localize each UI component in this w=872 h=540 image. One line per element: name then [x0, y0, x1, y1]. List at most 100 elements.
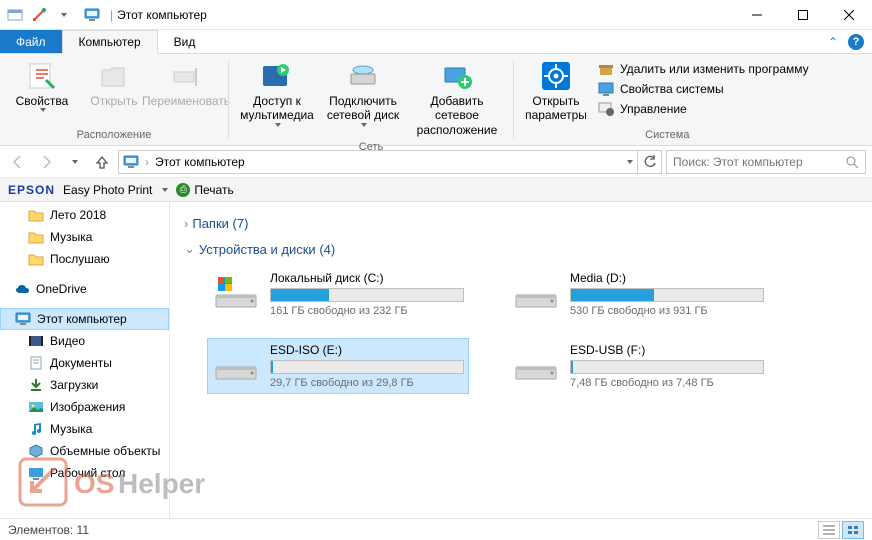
folders-section-header[interactable]: › Папки (7) — [184, 216, 858, 231]
quick-access-toolbar — [0, 4, 78, 26]
drive-free-text: 29,7 ГБ свободно из 29,8 ГБ — [270, 377, 464, 389]
tree-item[interactable]: Рабочий стол — [0, 462, 169, 484]
up-button[interactable] — [90, 150, 114, 174]
search-box[interactable] — [666, 150, 866, 174]
open-settings-button[interactable]: Открыть параметры — [520, 58, 592, 125]
sysprops-icon — [598, 81, 614, 97]
main-pane[interactable]: › Папки (7) ⌄ Устройства и диски (4) Лок… — [170, 202, 872, 518]
open-icon — [98, 60, 130, 92]
drive-name: Локальный диск (C:) — [270, 271, 464, 285]
desktop-icon — [28, 465, 44, 481]
properties-icon — [26, 60, 58, 92]
docs-icon — [28, 355, 44, 371]
uninstall-button[interactable]: Удалить или изменить программу — [596, 60, 811, 78]
refresh-button[interactable] — [638, 150, 662, 174]
tree-item[interactable]: Этот компьютер — [0, 308, 169, 330]
maximize-button[interactable] — [780, 0, 826, 30]
folder-icon — [28, 207, 44, 223]
tree-item-label: Рабочий стол — [50, 466, 125, 480]
help-icon[interactable]: ? — [848, 34, 864, 50]
map-drive-icon — [347, 60, 379, 92]
epson-dropdown-icon[interactable] — [162, 188, 168, 192]
search-input[interactable] — [673, 155, 845, 169]
drive-usage-bar — [270, 360, 464, 374]
tree-item[interactable]: Лето 2018 — [0, 204, 169, 226]
drive-usage-bar — [570, 360, 764, 374]
rename-button: Переименовать — [150, 58, 222, 110]
tree-item[interactable]: Объемные объекты — [0, 440, 169, 462]
qat-properties-icon[interactable] — [28, 4, 50, 26]
media-access-button[interactable]: Доступ к мультимедиа — [235, 58, 319, 129]
print-icon: ⎙ — [176, 183, 190, 197]
pictures-icon — [28, 399, 44, 415]
tree-item[interactable]: Послушаю — [0, 248, 169, 270]
tree-item[interactable]: Музыка — [0, 418, 169, 440]
tree-item-label: Послушаю — [50, 252, 110, 266]
ribbon-tabs: Файл Компьютер Вид ⌃ ? — [0, 30, 872, 54]
drive-item[interactable]: Локальный диск (C:) 161 ГБ свободно из 23… — [208, 267, 468, 321]
tree-item[interactable]: Документы — [0, 352, 169, 374]
search-icon — [845, 155, 859, 169]
drive-free-text: 7,48 ГБ свободно из 7,48 ГБ — [570, 377, 764, 389]
window-title: Этот компьютер — [117, 8, 207, 22]
computer-icon — [84, 7, 100, 23]
tree-item-label: OneDrive — [36, 282, 87, 296]
drive-item[interactable]: ESD-ISO (E:)29,7 ГБ свободно из 29,8 ГБ — [208, 339, 468, 393]
drive-name: ESD-USB (F:) — [570, 343, 764, 357]
manage-button[interactable]: Управление — [596, 100, 811, 118]
tree-item[interactable]: OneDrive — [0, 278, 169, 300]
ribbon-group-network: Доступ к мультимедиа Подключить сетевой … — [229, 54, 513, 145]
epson-toolbar: EPSON Easy Photo Print ⎙ Печать — [0, 178, 872, 202]
system-properties-button[interactable]: Свойства системы — [596, 80, 811, 98]
large-icons-view-button[interactable] — [842, 521, 864, 539]
tree-item[interactable]: Видео — [0, 330, 169, 352]
map-drive-button[interactable]: Подключить сетевой диск — [319, 58, 407, 129]
tree-item[interactable]: Изображения — [0, 396, 169, 418]
drive-item[interactable]: Media (D:)530 ГБ свободно из 931 ГБ — [508, 267, 768, 321]
drives-section-header[interactable]: ⌄ Устройства и диски (4) — [184, 241, 858, 257]
back-button[interactable] — [6, 150, 30, 174]
tree-item-label: Музыка — [50, 230, 92, 244]
explorer-icon — [4, 4, 26, 26]
epson-app-name: Easy Photo Print — [63, 183, 152, 197]
downloads-icon — [28, 377, 44, 393]
drive-free-text: 530 ГБ свободно из 931 ГБ — [570, 305, 764, 317]
details-view-button[interactable] — [818, 521, 840, 539]
tab-computer[interactable]: Компьютер — [62, 30, 158, 54]
recent-locations-button[interactable] — [62, 150, 86, 174]
3d-icon — [28, 443, 44, 459]
add-location-icon — [441, 60, 473, 92]
folder-icon — [28, 229, 44, 245]
tab-view[interactable]: Вид — [158, 30, 212, 53]
tree-item-label: Документы — [50, 356, 112, 370]
tab-file[interactable]: Файл — [0, 30, 62, 53]
address-bar[interactable]: › Этот компьютер — [118, 150, 638, 174]
qat-dropdown-icon[interactable] — [52, 4, 74, 26]
title-separator: | — [110, 8, 113, 22]
nav-tree[interactable]: Лето 2018 Музыка Послушаю OneDrive Этот комп… — [0, 202, 170, 518]
open-button: Открыть — [78, 58, 150, 110]
pc-icon — [15, 311, 31, 327]
status-bar: Элементов: 11 — [0, 518, 872, 540]
address-bar-row: › Этот компьютер — [0, 146, 872, 178]
music-icon — [28, 421, 44, 437]
manage-icon — [598, 101, 614, 117]
drive-item[interactable]: ESD-USB (F:) 7,48 ГБ свободно из 7,48 ГБ — [508, 339, 768, 393]
properties-button[interactable]: Свойства — [6, 58, 78, 114]
settings-icon — [540, 60, 572, 92]
forward-button[interactable] — [34, 150, 58, 174]
address-dropdown-icon[interactable] — [627, 160, 633, 164]
drive-icon — [512, 271, 560, 311]
drive-free-text: 161 ГБ свободно из 232 ГБ — [270, 305, 464, 317]
tree-item-label: Объемные объекты — [50, 444, 160, 458]
epson-print-button[interactable]: ⎙ Печать — [176, 183, 233, 197]
address-crumb[interactable]: Этот компьютер — [155, 155, 245, 169]
tree-item[interactable]: Музыка — [0, 226, 169, 248]
ribbon-collapse-icon[interactable]: ⌃ — [828, 35, 838, 49]
add-network-location-button[interactable]: Добавить сетевое расположение — [407, 58, 507, 139]
tree-item[interactable]: Загрузки — [0, 374, 169, 396]
minimize-button[interactable] — [734, 0, 780, 30]
content-area: Лето 2018 Музыка Послушаю OneDrive Этот комп… — [0, 202, 872, 518]
uninstall-icon — [598, 61, 614, 77]
close-button[interactable] — [826, 0, 872, 30]
